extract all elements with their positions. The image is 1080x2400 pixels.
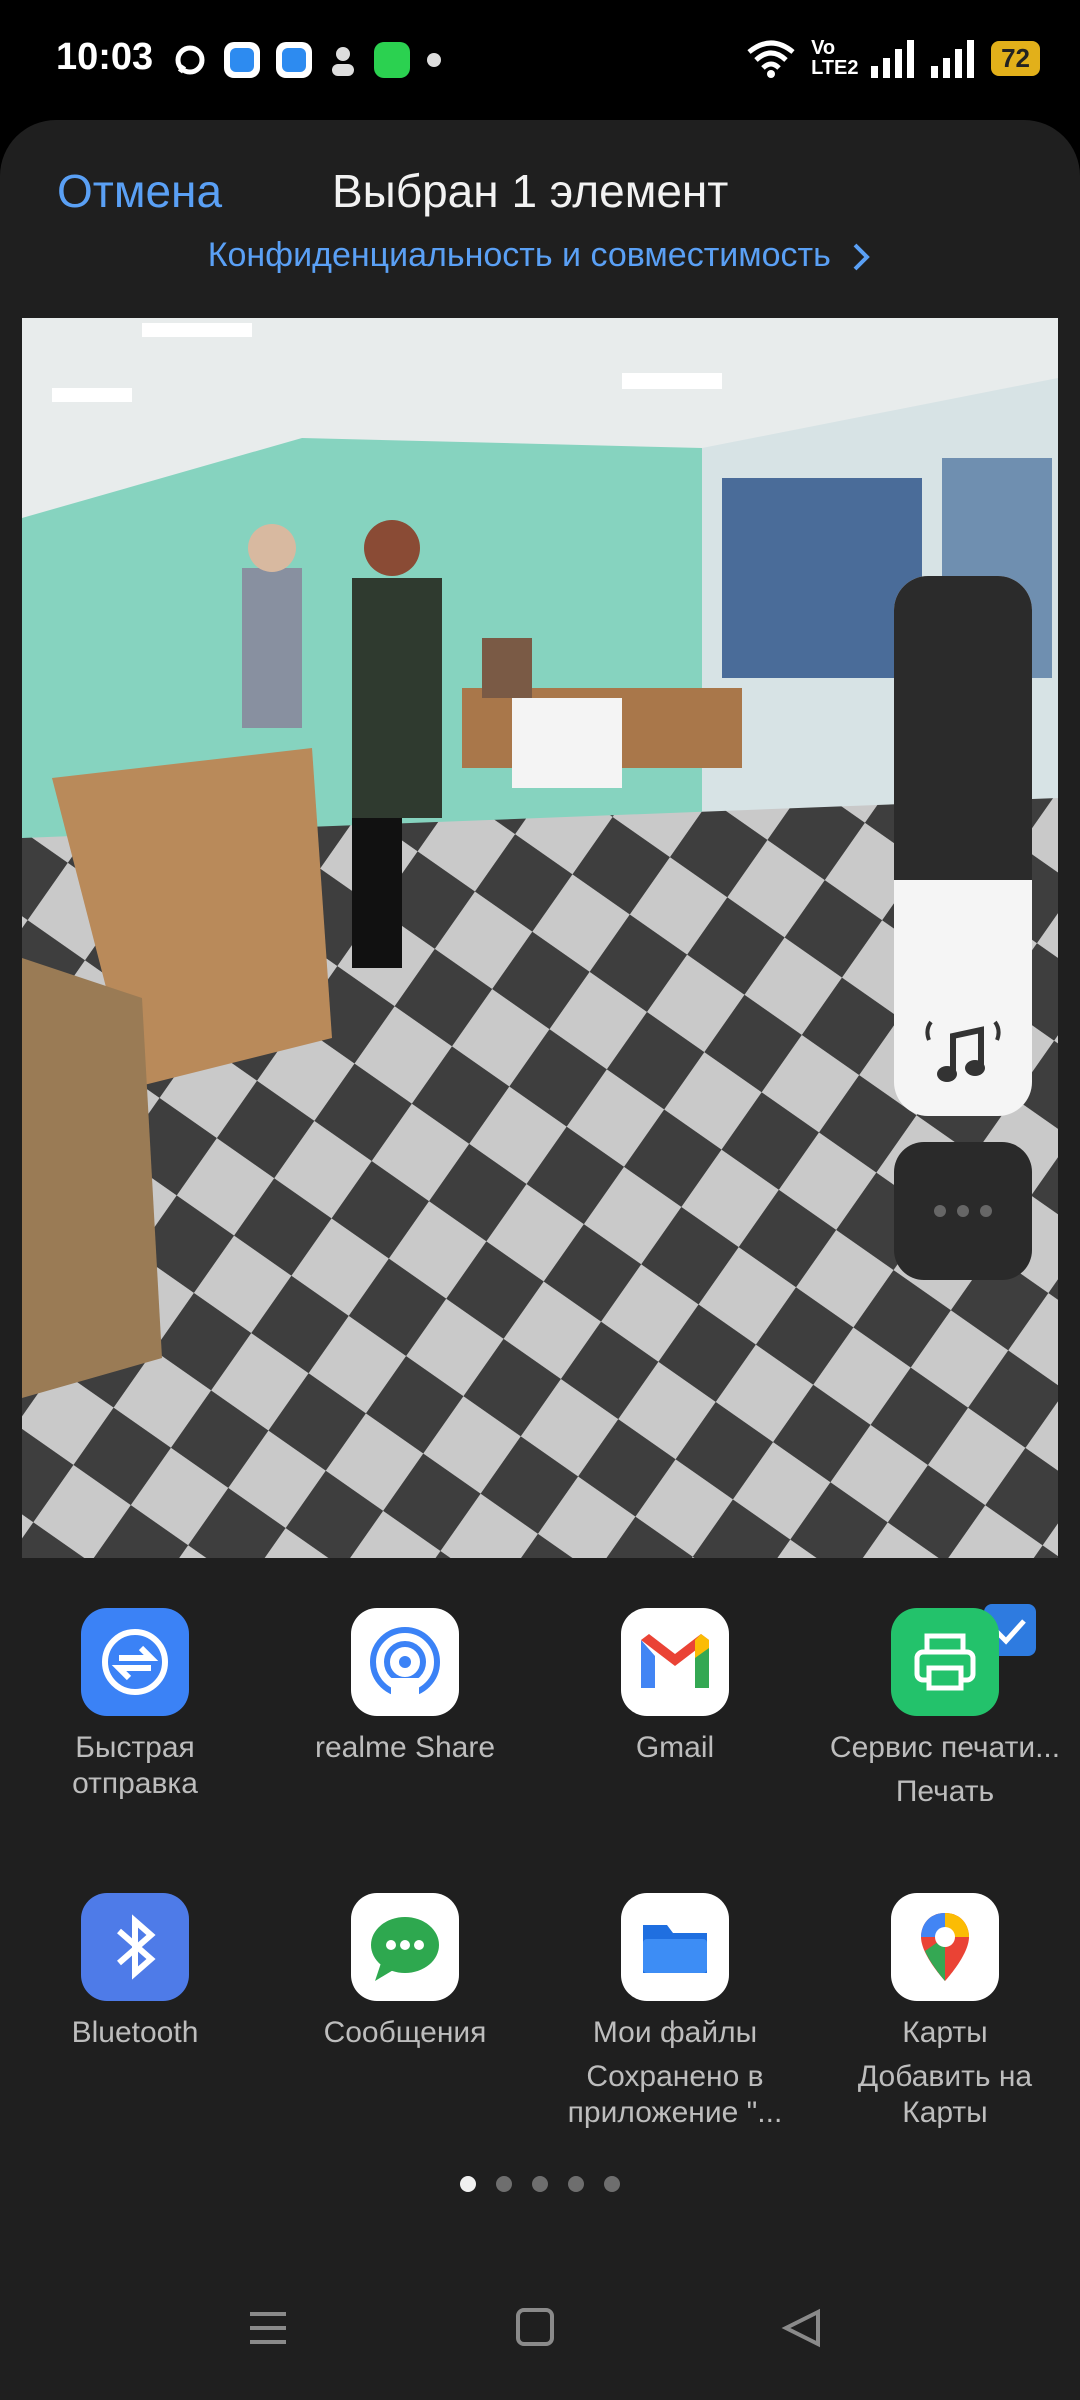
realme-share-icon bbox=[351, 1608, 459, 1716]
app-sublabel: Печать bbox=[895, 1775, 995, 1808]
app-label: Быстрая отправка bbox=[72, 1731, 198, 1800]
privacy-link[interactable]: Конфиденциальность и совместимость bbox=[0, 236, 1080, 275]
page-dot[interactable] bbox=[496, 2176, 512, 2192]
maps-icon bbox=[891, 1893, 999, 2001]
privacy-link-label: Конфиденциальность и совместимость bbox=[207, 236, 831, 274]
more-notifications-icon bbox=[427, 53, 441, 67]
share-target-maps[interactable]: Карты Добавить на Карты bbox=[810, 1893, 1080, 2131]
share-sheet: Отмена Выбран 1 элемент Конфиденциальнос… bbox=[0, 120, 1080, 2400]
bluetooth-icon bbox=[81, 1893, 189, 2001]
status-bar: 10:03 Vo LTE2 72 bbox=[0, 0, 1080, 120]
clock: 10:03 bbox=[56, 36, 154, 78]
share-target-quick-send[interactable]: Быстрая отправка bbox=[0, 1608, 270, 1802]
more-dots-icon bbox=[934, 1205, 992, 1217]
network-type: Vo LTE2 bbox=[811, 37, 859, 79]
share-target-messages[interactable]: Сообщения bbox=[270, 1893, 540, 2051]
wifi-icon bbox=[747, 40, 795, 78]
signal-icon bbox=[931, 40, 975, 78]
chat-bubble-icon bbox=[175, 45, 205, 75]
back-icon[interactable] bbox=[780, 2306, 824, 2350]
page-dot[interactable] bbox=[460, 2176, 476, 2192]
recent-apps-icon[interactable] bbox=[246, 2306, 290, 2350]
cancel-button[interactable]: Отмена bbox=[57, 164, 222, 218]
more-options-button[interactable] bbox=[894, 1142, 1032, 1280]
page-dot[interactable] bbox=[532, 2176, 548, 2192]
chevron-right-icon bbox=[853, 243, 871, 271]
gmail-icon bbox=[621, 1608, 729, 1716]
notification-icons bbox=[172, 42, 442, 78]
messages-icon bbox=[351, 1893, 459, 2001]
page-dot[interactable] bbox=[604, 2176, 620, 2192]
app-label: Gmail bbox=[635, 1731, 715, 1764]
share-target-realme-share[interactable]: realme Share bbox=[270, 1608, 540, 1766]
app-label: Сообщения bbox=[323, 2016, 487, 2049]
app-sublabel: Добавить на Карты bbox=[857, 2060, 1033, 2129]
floating-media-widget[interactable] bbox=[894, 576, 1032, 1116]
app-label: realme Share bbox=[314, 1731, 496, 1764]
page-indicator bbox=[0, 2176, 1080, 2192]
widget-preview bbox=[894, 576, 1032, 880]
page-dot[interactable] bbox=[568, 2176, 584, 2192]
home-icon[interactable] bbox=[514, 2306, 558, 2350]
app-label: Карты bbox=[902, 2016, 988, 2049]
battery-indicator: 72 bbox=[991, 40, 1040, 76]
system-icons: Vo LTE2 72 bbox=[745, 38, 1040, 78]
app-label: Сервис печати... bbox=[829, 1731, 1061, 1764]
share-target-gmail[interactable]: Gmail bbox=[540, 1608, 810, 1766]
navigation-bar bbox=[0, 2298, 1080, 2368]
quick-send-icon bbox=[81, 1608, 189, 1716]
folder-icon bbox=[621, 1893, 729, 2001]
green-app-icon bbox=[374, 42, 410, 78]
sheet-title: Выбран 1 элемент bbox=[332, 165, 729, 217]
share-target-my-files[interactable]: Мои файлы Сохранено в приложение "... bbox=[540, 1893, 810, 2131]
signal-icon bbox=[871, 40, 915, 78]
app-label: Bluetooth bbox=[71, 2016, 199, 2049]
share-target-print-service[interactable]: Сервис печати... Печать bbox=[810, 1608, 1080, 1810]
person-icon bbox=[332, 47, 354, 76]
share-target-bluetooth[interactable]: Bluetooth bbox=[0, 1893, 270, 2051]
music-note-icon bbox=[925, 1020, 1001, 1082]
app-notification-icon bbox=[276, 42, 312, 78]
app-notification-icon bbox=[224, 42, 260, 78]
app-sublabel: Сохранено в приложение "... bbox=[567, 2060, 783, 2129]
print-icon bbox=[891, 1608, 999, 1716]
app-label: Мои файлы bbox=[592, 2016, 758, 2049]
